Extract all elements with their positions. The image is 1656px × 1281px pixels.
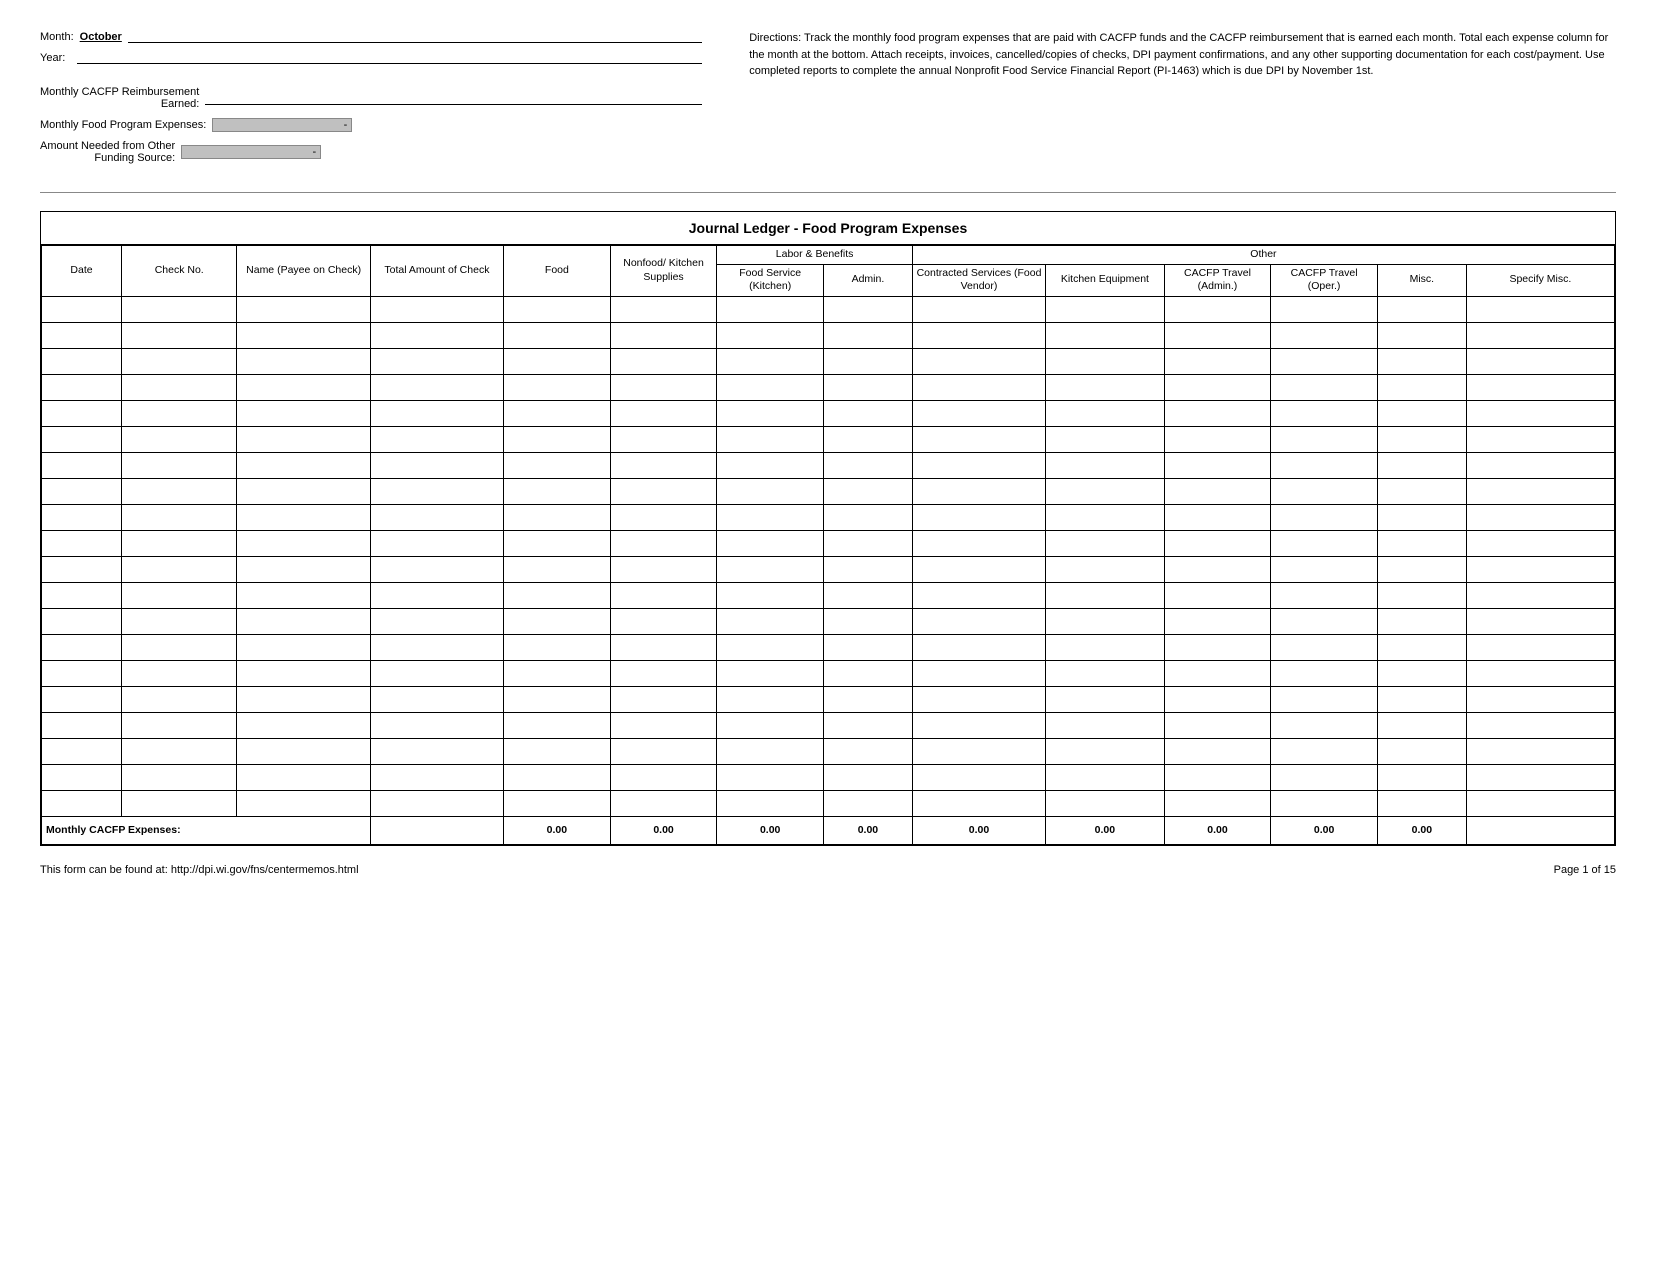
col-header-cacfp-oper: CACFP Travel (Oper.): [1271, 264, 1378, 296]
group-header-labor: Labor & Benefits: [717, 246, 913, 265]
table-row: [42, 452, 1615, 478]
col-header-cacfp-admin: CACFP Travel (Admin.): [1164, 264, 1271, 296]
table-row: [42, 400, 1615, 426]
table-row: [42, 556, 1615, 582]
table-row: [42, 764, 1615, 790]
col-header-nonfood: Nonfood/ Kitchen Supplies: [610, 246, 717, 297]
expenses-value: -: [212, 118, 352, 132]
footer-page: Page 1 of 15: [1554, 864, 1616, 876]
table-row: [42, 738, 1615, 764]
totals-food: 0.00: [504, 816, 611, 844]
other-value: -: [181, 145, 321, 159]
totals-specmisc: [1466, 816, 1614, 844]
table-row: [42, 296, 1615, 322]
col-header-name: Name (Payee on Check): [237, 246, 370, 297]
col-header-foodsvc: Food Service (Kitchen): [717, 264, 824, 296]
totals-cacfp-oper: 0.00: [1271, 816, 1378, 844]
col-header-contracted: Contracted Services (Food Vendor): [912, 264, 1045, 296]
table-row: [42, 582, 1615, 608]
month-value: October: [80, 31, 122, 43]
totals-total: [370, 816, 503, 844]
table-row: [42, 530, 1615, 556]
ledger-table: Date Check No. Name (Payee on Check) Tot…: [41, 245, 1615, 845]
ledger-title: Journal Ledger - Food Program Expenses: [41, 212, 1615, 245]
totals-misc: 0.00: [1377, 816, 1466, 844]
directions-text: Directions: Track the monthly food progr…: [749, 30, 1616, 80]
totals-kitchen: 0.00: [1046, 816, 1164, 844]
col-header-date: Date: [42, 246, 122, 297]
table-row: [42, 712, 1615, 738]
table-row: [42, 660, 1615, 686]
table-row: [42, 790, 1615, 816]
ledger-container: Journal Ledger - Food Program Expenses D…: [40, 211, 1616, 846]
table-row: [42, 426, 1615, 452]
table-row: [42, 374, 1615, 400]
table-row: [42, 504, 1615, 530]
footer: This form can be found at: http://dpi.wi…: [40, 864, 1616, 876]
col-header-food: Food: [504, 246, 611, 297]
table-row: [42, 608, 1615, 634]
table-row: [42, 348, 1615, 374]
month-label: Month:: [40, 31, 74, 43]
totals-admin: 0.00: [824, 816, 913, 844]
other-label-1: Amount Needed from Other: [40, 140, 175, 152]
table-row: [42, 634, 1615, 660]
col-header-misc: Misc.: [1377, 264, 1466, 296]
expenses-label: Monthly Food Program Expenses:: [40, 119, 206, 131]
col-header-total: Total Amount of Check: [370, 246, 503, 297]
table-row: [42, 686, 1615, 712]
col-header-admin: Admin.: [824, 264, 913, 296]
totals-contracted: 0.00: [912, 816, 1045, 844]
footer-url: This form can be found at: http://dpi.wi…: [40, 864, 359, 876]
totals-label: Monthly CACFP Expenses:: [42, 816, 371, 844]
table-row: [42, 322, 1615, 348]
reimbursement-input[interactable]: [205, 92, 702, 105]
totals-foodsvc: 0.00: [717, 816, 824, 844]
totals-cacfp-admin: 0.00: [1164, 816, 1271, 844]
totals-row: Monthly CACFP Expenses: 0.00 0.00 0.00 0…: [42, 816, 1615, 844]
other-label-2: Funding Source:: [40, 152, 175, 164]
totals-nonfood: 0.00: [610, 816, 717, 844]
group-header-other: Other: [912, 246, 1614, 265]
col-header-specmisc: Specify Misc.: [1466, 264, 1614, 296]
reimbursement-label-1: Monthly CACFP Reimbursement: [40, 86, 199, 98]
col-header-kitchen: Kitchen Equipment: [1046, 264, 1164, 296]
table-row: [42, 478, 1615, 504]
col-header-check: Check No.: [121, 246, 237, 297]
reimbursement-label-2: Earned:: [40, 98, 199, 110]
year-label: Year:: [40, 52, 65, 64]
